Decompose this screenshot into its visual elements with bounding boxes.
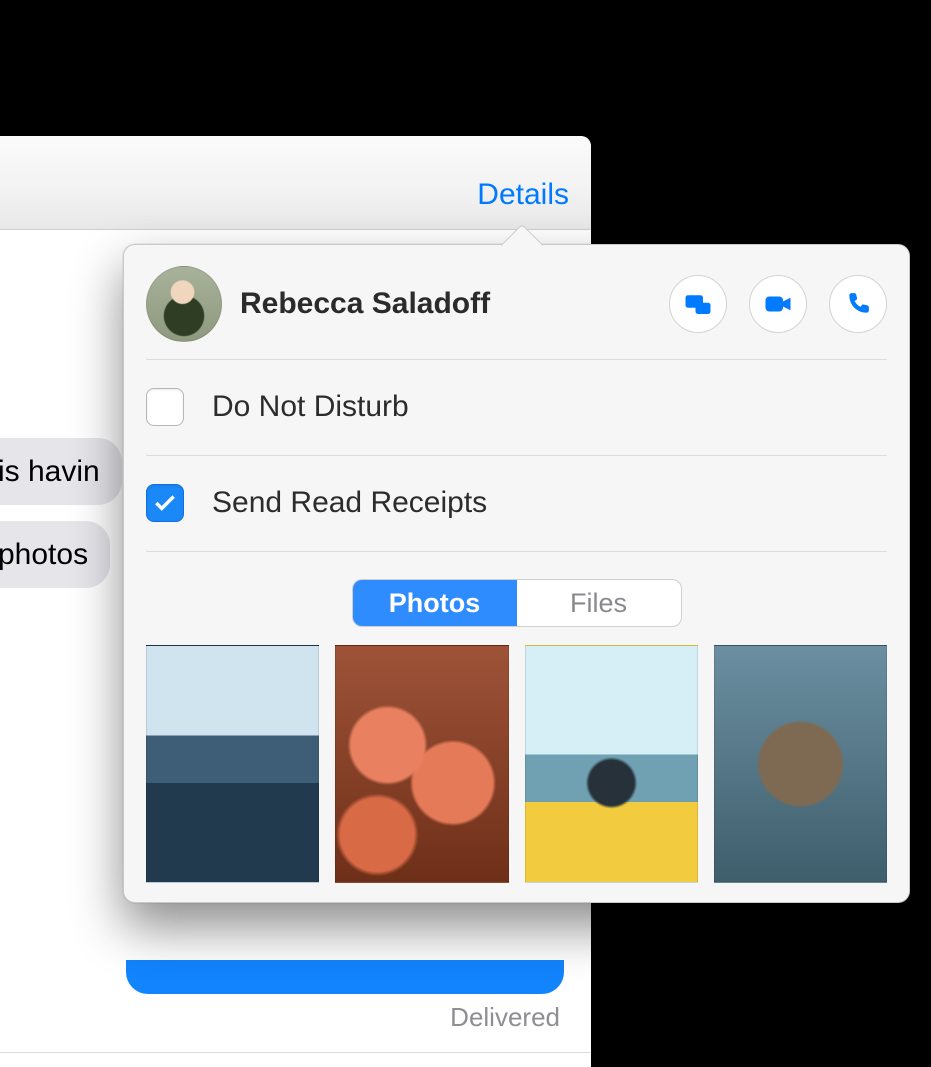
avatar[interactable] [146, 266, 222, 342]
checkmark-icon [152, 490, 178, 516]
attachments-segmented-control: Photos Files [352, 579, 682, 627]
contact-name: Rebecca Saladoff [240, 287, 647, 321]
photo-grid [146, 645, 887, 883]
dnd-checkbox[interactable] [146, 388, 184, 426]
photo-thumbnail[interactable] [714, 645, 887, 883]
screen-share-button[interactable] [669, 275, 727, 333]
contact-header: Rebecca Saladoff [146, 263, 887, 345]
image-message-bubble[interactable] [126, 960, 564, 994]
tab-files[interactable]: Files [517, 580, 681, 626]
dnd-label: Do Not Disturb [212, 390, 409, 424]
photo-thumbnail[interactable] [335, 645, 508, 883]
delivery-status: Delivered [0, 1002, 560, 1033]
screen-share-icon [683, 289, 713, 319]
callout-leader [853, 60, 855, 270]
window-titlebar: Details [0, 136, 591, 230]
read-receipts-row[interactable]: Send Read Receipts [146, 456, 887, 550]
video-call-button[interactable] [749, 275, 807, 333]
read-receipts-label: Send Read Receipts [212, 486, 487, 520]
divider [0, 1052, 591, 1053]
photo-thumbnail[interactable] [146, 645, 319, 883]
video-icon [763, 289, 793, 319]
audio-call-button[interactable] [829, 275, 887, 333]
do-not-disturb-row[interactable]: Do Not Disturb [146, 360, 887, 454]
phone-icon [845, 291, 871, 317]
read-receipts-checkbox[interactable] [146, 484, 184, 522]
photo-thumbnail[interactable] [525, 645, 698, 883]
details-popover: Rebecca Saladoff Do Not Disturb Send [123, 244, 910, 903]
message-bubble: photos [0, 521, 110, 588]
tab-photos[interactable]: Photos [353, 580, 517, 626]
divider [146, 551, 887, 552]
details-button[interactable]: Details [477, 178, 569, 212]
message-bubble: is havin [0, 438, 122, 505]
